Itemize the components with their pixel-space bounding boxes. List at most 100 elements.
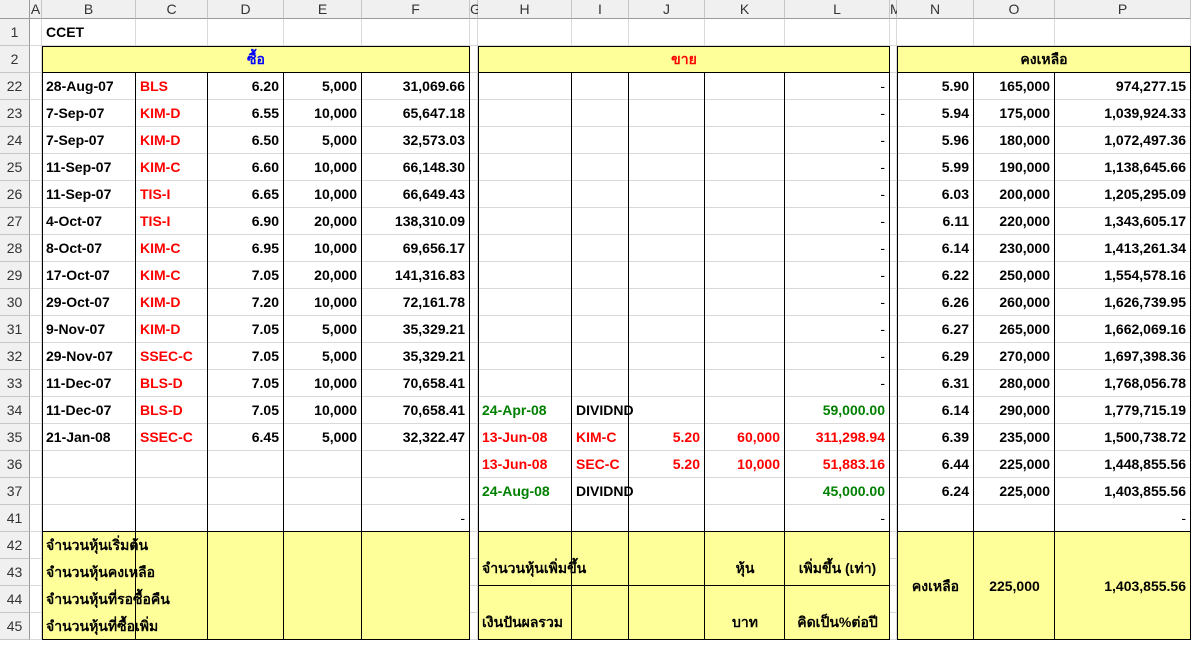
remain-amount[interactable]: 1,779,715.19 — [1055, 397, 1191, 424]
remain-summary-qty[interactable]: 225,000 — [974, 532, 1055, 640]
row-header[interactable]: 44 — [0, 586, 30, 613]
buy-broker[interactable]: BLS-D — [136, 397, 208, 424]
buy-date[interactable] — [42, 478, 136, 505]
buy-qty[interactable]: 10,000 — [284, 235, 362, 262]
remain-amount[interactable]: 1,138,645.66 — [1055, 154, 1191, 181]
column-header[interactable]: G — [470, 0, 481, 19]
remain-avg-price[interactable]: 6.39 — [897, 424, 974, 451]
buy-price[interactable]: 7.05 — [208, 343, 284, 370]
column-header[interactable]: K — [705, 0, 785, 19]
sell-date[interactable]: 13-Jun-08 — [478, 424, 572, 451]
remain-avg-price[interactable]: 6.26 — [897, 289, 974, 316]
buy-broker[interactable]: KIM-D — [136, 100, 208, 127]
row-header[interactable]: 2 — [0, 46, 30, 73]
buy-broker[interactable]: SSEC-C — [136, 343, 208, 370]
remain-avg-price[interactable]: 5.96 — [897, 127, 974, 154]
sell-date[interactable] — [478, 73, 572, 100]
row-header[interactable]: 37 — [0, 478, 30, 505]
remain-qty[interactable]: 200,000 — [974, 181, 1055, 208]
buy-date[interactable]: 11-Sep-07 — [42, 154, 136, 181]
sell-date[interactable] — [478, 316, 572, 343]
buy-amount[interactable]: 35,329.21 — [362, 343, 470, 370]
sell-description[interactable] — [572, 316, 629, 343]
spreadsheet-grid[interactable]: ABCDEFGHIJKLMNOPQ12222324252627282930313… — [0, 0, 1191, 653]
sell-summary-note-multiple[interactable]: เพิ่มขึ้น (เท่า) — [785, 532, 890, 586]
sell-date[interactable] — [478, 505, 572, 532]
buy-qty[interactable] — [284, 451, 362, 478]
buy-date[interactable]: 7-Sep-07 — [42, 127, 136, 154]
sell-section-header[interactable]: ขาย — [478, 46, 890, 73]
sell-qty[interactable] — [705, 370, 785, 397]
buy-price[interactable]: 6.20 — [208, 73, 284, 100]
remain-qty[interactable] — [974, 505, 1055, 532]
buy-price[interactable] — [208, 451, 284, 478]
sell-date[interactable] — [478, 343, 572, 370]
buy-qty[interactable]: 10,000 — [284, 181, 362, 208]
row-header[interactable]: 42 — [0, 532, 30, 559]
sell-amount[interactable]: - — [785, 316, 890, 343]
remain-qty[interactable]: 220,000 — [974, 208, 1055, 235]
sell-date[interactable] — [478, 262, 572, 289]
remain-avg-price[interactable]: 5.94 — [897, 100, 974, 127]
remain-amount[interactable]: 1,768,056.78 — [1055, 370, 1191, 397]
remain-qty[interactable]: 180,000 — [974, 127, 1055, 154]
remain-qty[interactable]: 280,000 — [974, 370, 1055, 397]
buy-price[interactable]: 7.05 — [208, 262, 284, 289]
buy-price[interactable]: 6.90 — [208, 208, 284, 235]
buy-amount[interactable]: 32,322.47 — [362, 424, 470, 451]
remain-qty[interactable]: 190,000 — [974, 154, 1055, 181]
sell-amount[interactable]: 51,883.16 — [785, 451, 890, 478]
sell-amount[interactable]: - — [785, 208, 890, 235]
buy-broker[interactable] — [136, 478, 208, 505]
sell-price[interactable] — [629, 73, 705, 100]
sell-qty[interactable] — [705, 208, 785, 235]
buy-qty[interactable]: 5,000 — [284, 424, 362, 451]
remain-avg-price[interactable]: 6.24 — [897, 478, 974, 505]
sell-qty[interactable]: 10,000 — [705, 451, 785, 478]
row-header[interactable]: 41 — [0, 505, 30, 532]
buy-broker[interactable]: KIM-D — [136, 316, 208, 343]
buy-broker[interactable]: SSEC-C — [136, 424, 208, 451]
sell-description[interactable] — [572, 73, 629, 100]
row-header[interactable]: 29 — [0, 262, 30, 289]
sell-date[interactable]: 24-Aug-08 — [478, 478, 572, 505]
buy-broker[interactable] — [136, 505, 208, 532]
row-header[interactable]: 28 — [0, 235, 30, 262]
sell-qty[interactable] — [705, 181, 785, 208]
sell-price[interactable] — [629, 208, 705, 235]
sell-price[interactable] — [629, 154, 705, 181]
remain-qty[interactable]: 290,000 — [974, 397, 1055, 424]
sell-amount[interactable]: - — [785, 235, 890, 262]
sell-description[interactable]: SEC-C — [572, 451, 629, 478]
remain-qty[interactable]: 230,000 — [974, 235, 1055, 262]
buy-amount[interactable]: - — [362, 505, 470, 532]
sell-amount[interactable]: - — [785, 262, 890, 289]
buy-price[interactable]: 7.20 — [208, 289, 284, 316]
sell-summary-unit-shares[interactable]: หุ้น — [705, 532, 785, 586]
buy-price[interactable]: 7.05 — [208, 397, 284, 424]
buy-date[interactable]: 28-Aug-07 — [42, 73, 136, 100]
sell-date[interactable] — [478, 289, 572, 316]
sell-date[interactable] — [478, 208, 572, 235]
buy-summary-label[interactable]: จำนวนหุ้นที่รอซื้อคืน — [42, 586, 470, 613]
remain-amount[interactable]: 1,413,261.34 — [1055, 235, 1191, 262]
row-header[interactable]: 23 — [0, 100, 30, 127]
buy-price[interactable]: 7.05 — [208, 316, 284, 343]
buy-date[interactable]: 17-Oct-07 — [42, 262, 136, 289]
remain-qty[interactable]: 265,000 — [974, 316, 1055, 343]
column-header[interactable]: F — [362, 0, 470, 19]
sell-description[interactable] — [572, 289, 629, 316]
sell-date[interactable] — [478, 127, 572, 154]
buy-date[interactable]: 4-Oct-07 — [42, 208, 136, 235]
sell-description[interactable] — [572, 262, 629, 289]
sell-description[interactable]: DIVIDND — [572, 478, 634, 505]
sell-description[interactable] — [572, 505, 629, 532]
row-header[interactable]: 1 — [0, 19, 30, 46]
sell-amount[interactable]: - — [785, 127, 890, 154]
sell-price[interactable] — [629, 478, 705, 505]
sell-amount[interactable]: 59,000.00 — [785, 397, 890, 424]
remain-avg-price[interactable]: 6.27 — [897, 316, 974, 343]
remain-avg-price[interactable]: 6.14 — [897, 235, 974, 262]
buy-broker[interactable]: KIM-C — [136, 262, 208, 289]
sell-summary-label-shares[interactable]: จำนวนหุ้นเพิ่มขึ้น — [478, 532, 629, 586]
